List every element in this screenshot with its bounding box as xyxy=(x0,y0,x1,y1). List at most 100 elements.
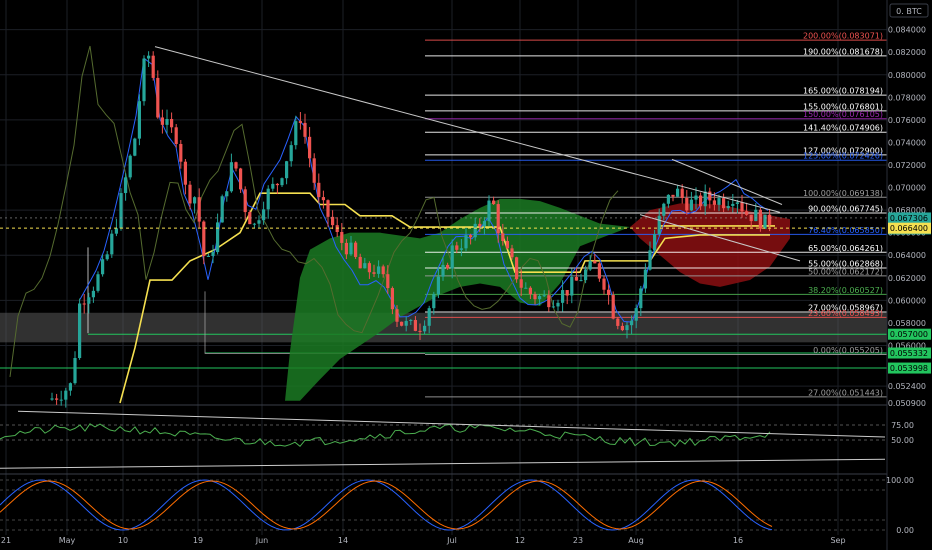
price-tick-label: 0.084000 xyxy=(888,26,926,35)
price-tag-label: 0.055332 xyxy=(890,349,928,358)
candle[interactable] xyxy=(354,240,358,259)
candle-body xyxy=(740,202,744,212)
candle-body xyxy=(436,276,440,295)
candle-body xyxy=(390,288,394,310)
candle[interactable] xyxy=(515,256,519,283)
candle-body xyxy=(386,274,390,289)
candle-body xyxy=(170,119,174,128)
candle-body xyxy=(432,294,436,309)
candle-body xyxy=(64,390,68,400)
candle[interactable] xyxy=(763,214,767,229)
fib-label: 200.00%(0.083071) xyxy=(803,32,883,41)
price-tag[interactable]: 0.057000 xyxy=(888,328,931,340)
candle-body xyxy=(78,303,82,359)
candle-body xyxy=(666,194,670,204)
candle-body xyxy=(395,309,399,322)
candle[interactable] xyxy=(119,188,123,231)
fib-label: 27.00%(0.051443) xyxy=(808,388,883,397)
candle[interactable] xyxy=(220,194,224,223)
candle-body xyxy=(216,222,220,253)
fib-label: 150.00%(0.076105) xyxy=(803,110,883,119)
candle-body xyxy=(404,320,408,326)
candle[interactable] xyxy=(96,271,100,293)
candle-body xyxy=(726,205,730,209)
candle-body xyxy=(616,318,620,326)
fib-label: 76.40%(0.065850) xyxy=(808,226,883,235)
candle[interactable] xyxy=(110,230,114,258)
candle-body xyxy=(358,256,362,269)
candle-body xyxy=(128,155,132,178)
x-tick-label: 14 xyxy=(338,536,348,545)
candle-body xyxy=(105,254,109,260)
price-tag-label: 0.053998 xyxy=(890,364,928,373)
candle[interactable] xyxy=(611,291,615,320)
price-tick-label: 0.058000 xyxy=(888,319,926,328)
price-tag[interactable]: 0.053998 xyxy=(888,362,931,374)
candle-body xyxy=(68,383,72,391)
candle-body xyxy=(427,308,431,326)
candle-body xyxy=(317,182,321,198)
candle[interactable] xyxy=(142,55,146,106)
candle[interactable] xyxy=(400,321,404,327)
x-tick-label: May xyxy=(59,536,76,545)
candle-body xyxy=(653,234,657,251)
candle-body xyxy=(528,287,532,295)
candle-body xyxy=(708,191,712,201)
candle-body xyxy=(289,145,293,162)
candle-body xyxy=(459,248,463,250)
candle-body xyxy=(409,319,413,321)
candle-body xyxy=(731,203,735,206)
candle-body xyxy=(377,266,381,274)
candle[interactable] xyxy=(137,94,141,146)
candle-body xyxy=(643,269,647,289)
price-tag[interactable]: 0.055332 xyxy=(888,347,931,359)
candle-body xyxy=(211,252,215,256)
x-tick-label: 12 xyxy=(515,536,525,545)
candle[interactable] xyxy=(239,167,243,193)
chart-canvas[interactable]: 200.00%(0.083071) 190.00%(0.081678) 165.00… xyxy=(0,0,932,550)
price-tick-label: 0.070000 xyxy=(888,184,926,193)
candle-body xyxy=(745,211,749,215)
candle-body xyxy=(234,162,238,169)
candle-body xyxy=(160,117,164,125)
candle-body xyxy=(119,193,123,229)
candle-body xyxy=(754,209,758,222)
candle-body xyxy=(662,203,666,216)
candle-body xyxy=(657,215,661,235)
candle[interactable] xyxy=(758,207,762,232)
candle[interactable] xyxy=(78,298,82,360)
candle-body xyxy=(298,121,302,123)
candle-body xyxy=(285,161,289,179)
price-tag[interactable]: 0.066400 xyxy=(888,222,931,234)
candle[interactable] xyxy=(248,210,252,225)
price-axis[interactable]: 0.084000 0.082000 0.080000 0.078000 0.076000… xyxy=(886,0,932,550)
candle-body xyxy=(464,235,468,249)
price-tag-label: 0.066400 xyxy=(890,224,928,233)
candle[interactable] xyxy=(133,137,137,157)
rsi-tick-label: 50.00 xyxy=(891,436,914,445)
candle-body xyxy=(630,320,634,326)
candle-body xyxy=(542,295,546,297)
candle-body xyxy=(344,242,348,255)
fib-label: 165.00%(0.078194) xyxy=(803,87,883,96)
candle[interactable] xyxy=(128,154,132,180)
candle-body xyxy=(593,261,597,264)
fib-label: 100.00%(0.069138) xyxy=(803,189,883,198)
candle-body xyxy=(225,191,229,197)
candle-body xyxy=(634,308,638,321)
candle-body xyxy=(570,277,574,296)
candle-body xyxy=(280,178,284,186)
candle-body xyxy=(565,290,569,296)
fib-label: 123.60%(0.072426) xyxy=(803,152,883,161)
candle-body xyxy=(101,259,105,275)
fib-label: 65.00%(0.064261) xyxy=(808,244,883,253)
price-tag-label: 0.067306 xyxy=(890,214,928,223)
candle-body xyxy=(574,277,578,281)
candle-body xyxy=(137,101,141,139)
candle-body xyxy=(363,263,367,269)
candle-body xyxy=(455,245,459,250)
symbol-tag[interactable]: 0. BTC xyxy=(889,3,929,18)
candle-body xyxy=(96,274,100,291)
candle-body xyxy=(308,136,312,159)
price-tick-label: 0.078000 xyxy=(888,93,926,102)
